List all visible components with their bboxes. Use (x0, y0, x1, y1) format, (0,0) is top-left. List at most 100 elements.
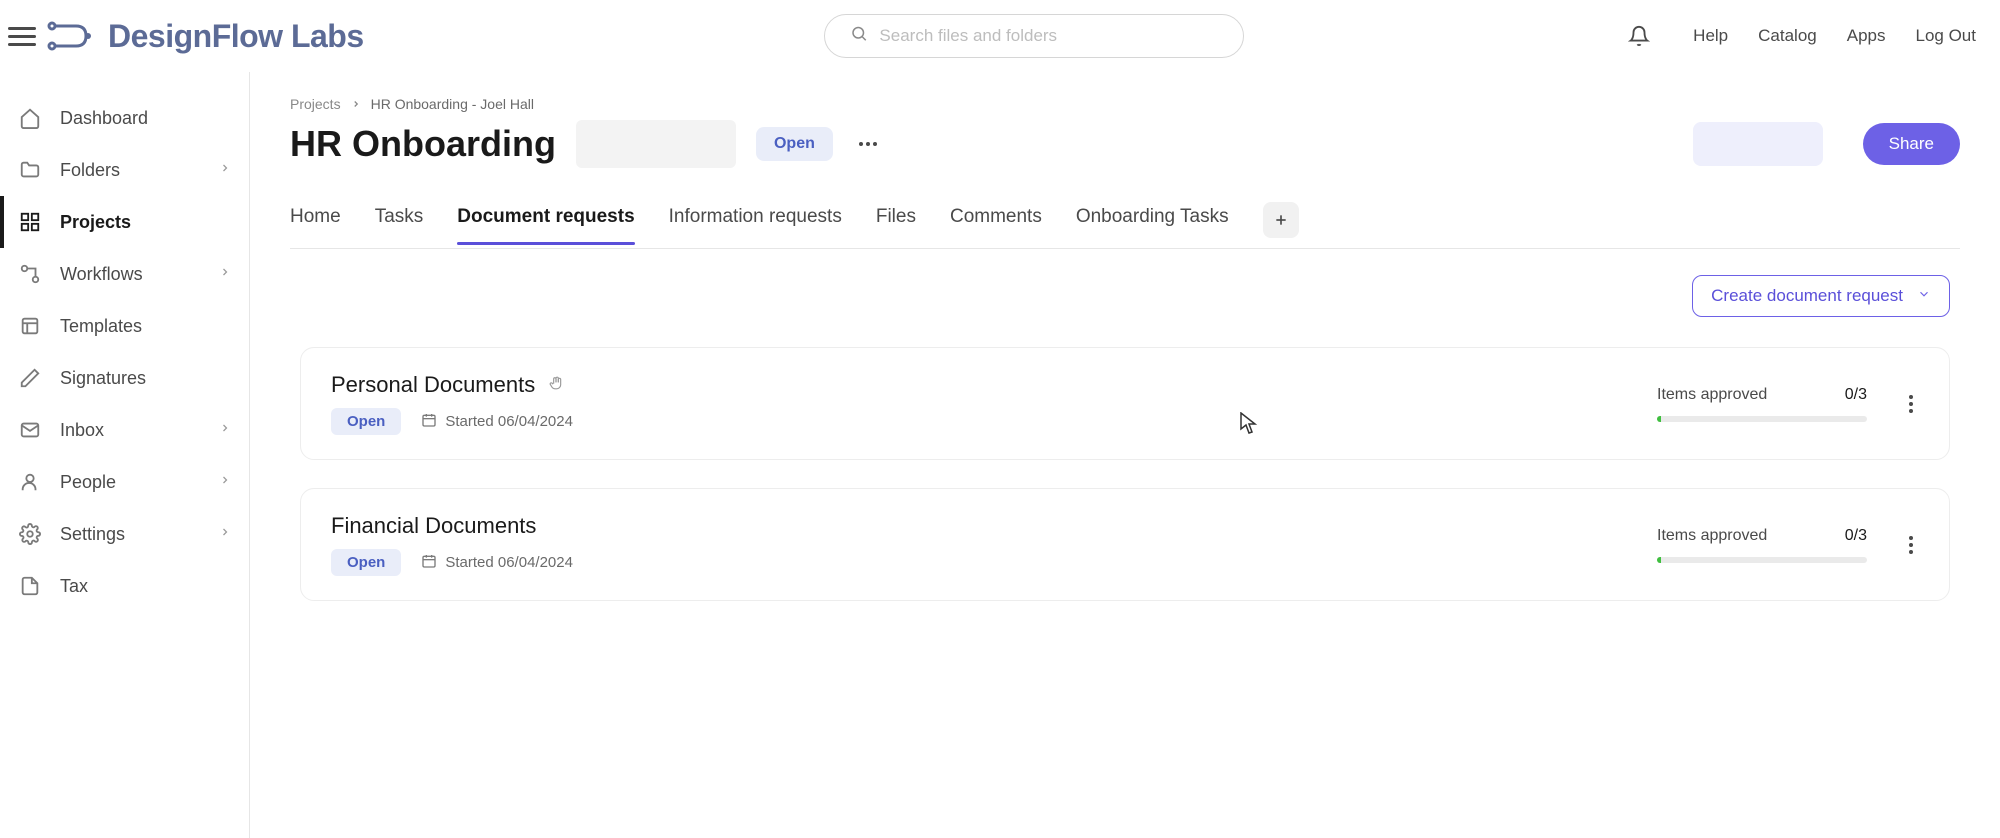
breadcrumb-current: HR Onboarding - Joel Hall (371, 96, 534, 112)
document-request-list: Personal Documents Open Started 06/04/2024… (290, 347, 1960, 601)
sidebar-item-people[interactable]: People (0, 456, 249, 508)
title-row: HR Onboarding Open Share (290, 120, 1960, 168)
workflow-icon (18, 262, 42, 286)
action-row: Create document request (290, 275, 1960, 317)
search-icon (850, 25, 868, 48)
sidebar-item-settings[interactable]: Settings (0, 508, 249, 560)
page-title: HR Onboarding (290, 123, 556, 165)
sidebar-item-label: Dashboard (60, 108, 148, 129)
topbar: DesignFlow Labs Help Catalog Apps Log Ou… (0, 0, 2000, 72)
sidebar-item-folders[interactable]: Folders (0, 144, 249, 196)
add-tab-icon[interactable] (1263, 202, 1299, 238)
home-icon (18, 106, 42, 130)
tab-document-requests[interactable]: Document requests (457, 206, 634, 244)
sidebar-item-label: People (60, 472, 116, 493)
sidebar-item-workflows[interactable]: Workflows (0, 248, 249, 300)
tabs: Home Tasks Document requests Information re… (290, 202, 1960, 249)
card-started-label: Started 06/04/2024 (445, 413, 573, 430)
sidebar-item-label: Folders (60, 160, 120, 181)
card-status-badge: Open (331, 408, 401, 435)
sidebar-item-signatures[interactable]: Signatures (0, 352, 249, 404)
chevron-right-icon (219, 161, 231, 179)
document-request-card[interactable]: Personal Documents Open Started 06/04/2024… (300, 347, 1950, 460)
chevron-right-icon (219, 421, 231, 439)
tab-home[interactable]: Home (290, 206, 341, 244)
doc-icon (18, 574, 42, 598)
sidebar-item-templates[interactable]: Templates (0, 300, 249, 352)
create-document-request-button[interactable]: Create document request (1692, 275, 1950, 317)
sidebar-item-label: Tax (60, 576, 88, 597)
sidebar-item-projects[interactable]: Projects (0, 196, 249, 248)
card-status-badge: Open (331, 549, 401, 576)
gear-icon (18, 522, 42, 546)
card-right: Items approved 0/3 (1657, 386, 1867, 422)
share-button[interactable]: Share (1863, 123, 1960, 165)
sidebar: Dashboard Folders Projects Workflows Templat… (0, 72, 250, 838)
items-approved-count: 0/3 (1845, 386, 1867, 404)
pen-icon (18, 366, 42, 390)
breadcrumb: Projects HR Onboarding - Joel Hall (290, 96, 1960, 112)
card-title: Personal Documents (331, 372, 535, 398)
chevron-right-icon (219, 473, 231, 491)
search-wrap (824, 14, 1244, 58)
calendar-icon (421, 412, 437, 432)
share-placeholder (1693, 122, 1823, 166)
tab-comments[interactable]: Comments (950, 206, 1042, 244)
hamburger-menu-icon[interactable] (8, 22, 36, 50)
document-request-card[interactable]: Financial Documents Open Started 06/04/202… (300, 488, 1950, 601)
card-title: Financial Documents (331, 513, 536, 539)
progress-bar (1657, 557, 1867, 563)
template-icon (18, 314, 42, 338)
progress-bar (1657, 416, 1867, 422)
brand-logo-icon (46, 16, 94, 56)
sidebar-item-label: Templates (60, 316, 142, 337)
projects-icon (18, 210, 42, 234)
chevron-down-icon (1917, 286, 1931, 306)
sidebar-item-inbox[interactable]: Inbox (0, 404, 249, 456)
tab-information-requests[interactable]: Information requests (669, 206, 842, 244)
status-badge: Open (756, 127, 833, 161)
chevron-right-icon (219, 265, 231, 283)
card-started: Started 06/04/2024 (421, 553, 573, 573)
card-left: Financial Documents Open Started 06/04/202… (331, 513, 573, 576)
card-started-label: Started 06/04/2024 (445, 554, 573, 571)
card-right: Items approved 0/3 (1657, 527, 1867, 563)
more-actions-icon[interactable] (853, 136, 883, 152)
person-icon (18, 470, 42, 494)
card-more-icon[interactable] (1903, 389, 1919, 419)
card-started: Started 06/04/2024 (421, 412, 573, 432)
topbar-center (444, 14, 1626, 58)
search-input[interactable] (824, 14, 1244, 58)
notifications-icon[interactable] (1625, 22, 1653, 50)
breadcrumb-root[interactable]: Projects (290, 96, 341, 112)
card-more-icon[interactable] (1903, 530, 1919, 560)
sidebar-item-label: Settings (60, 524, 125, 545)
items-approved-label: Items approved (1657, 527, 1767, 545)
nav-logout[interactable]: Log Out (1916, 26, 1977, 46)
nav-apps[interactable]: Apps (1847, 26, 1886, 46)
topbar-right: Help Catalog Apps Log Out (1625, 22, 1976, 50)
card-left: Personal Documents Open Started 06/04/2024 (331, 372, 573, 435)
title-placeholder (576, 120, 736, 168)
mail-icon (18, 418, 42, 442)
nav-catalog[interactable]: Catalog (1758, 26, 1817, 46)
nav-help[interactable]: Help (1693, 26, 1728, 46)
pointer-hand-icon (549, 375, 563, 396)
folder-icon (18, 158, 42, 182)
brand-name: DesignFlow Labs (108, 18, 364, 55)
tab-tasks[interactable]: Tasks (375, 206, 424, 244)
tab-files[interactable]: Files (876, 206, 916, 244)
sidebar-item-label: Projects (60, 212, 131, 233)
sidebar-item-dashboard[interactable]: Dashboard (0, 92, 249, 144)
chevron-right-icon (351, 96, 361, 112)
items-approved-count: 0/3 (1845, 527, 1867, 545)
sidebar-item-label: Signatures (60, 368, 146, 389)
items-approved-label: Items approved (1657, 386, 1767, 404)
brand[interactable]: DesignFlow Labs (46, 16, 364, 56)
tab-onboarding-tasks[interactable]: Onboarding Tasks (1076, 206, 1229, 244)
calendar-icon (421, 553, 437, 573)
main-content: Projects HR Onboarding - Joel Hall HR On… (250, 72, 2000, 838)
sidebar-item-label: Workflows (60, 264, 143, 285)
create-button-label: Create document request (1711, 286, 1903, 306)
sidebar-item-tax[interactable]: Tax (0, 560, 249, 612)
